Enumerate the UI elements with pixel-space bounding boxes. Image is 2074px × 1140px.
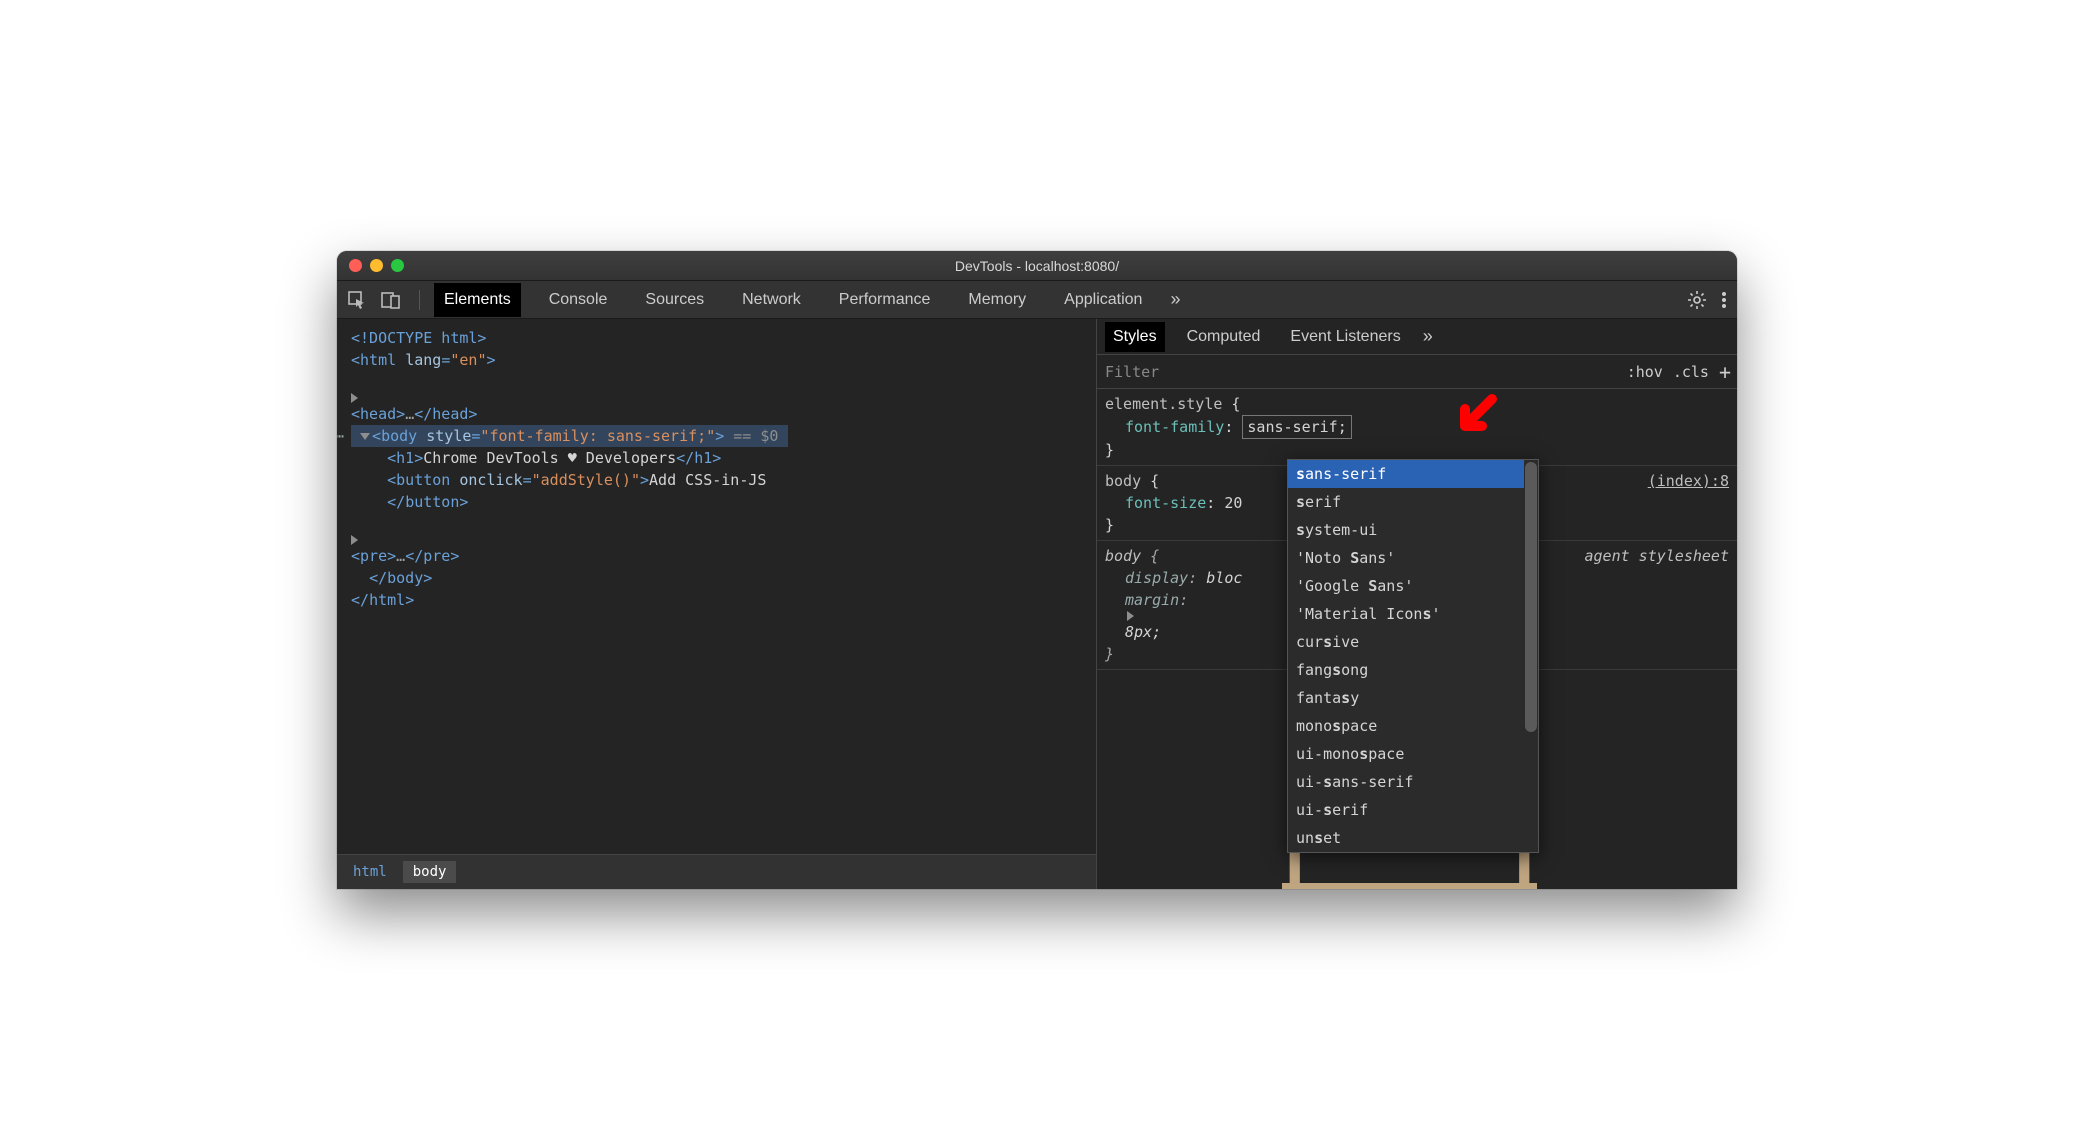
- autocomplete-item[interactable]: unset: [1288, 824, 1538, 852]
- maximize-icon[interactable]: [391, 259, 404, 272]
- tab-elements[interactable]: Elements: [434, 283, 521, 317]
- overflow-icon[interactable]: »: [1423, 326, 1433, 347]
- cls-toggle[interactable]: .cls: [1673, 363, 1709, 381]
- expand-icon[interactable]: [351, 393, 991, 403]
- main-split: <!DOCTYPE html> <html lang="en"> <head>……: [337, 319, 1737, 889]
- autocomplete-item[interactable]: system-ui: [1288, 516, 1538, 544]
- devtools-window: DevTools - localhost:8080/ Elements Cons…: [337, 251, 1737, 889]
- titlebar: DevTools - localhost:8080/: [337, 251, 1737, 281]
- inspect-icon[interactable]: [347, 290, 367, 310]
- crumb-html[interactable]: html: [343, 861, 397, 883]
- tab-styles[interactable]: Styles: [1105, 322, 1165, 352]
- minimize-icon[interactable]: [370, 259, 383, 272]
- tab-application[interactable]: Application: [1054, 283, 1152, 317]
- tab-console[interactable]: Console: [539, 283, 618, 317]
- autocomplete-item[interactable]: 'Material Icons': [1288, 600, 1538, 628]
- main-toolbar: Elements Console Sources Network Perform…: [337, 281, 1737, 319]
- collapse-icon[interactable]: [360, 433, 370, 440]
- doctype-node[interactable]: <!DOCTYPE html>: [351, 329, 486, 347]
- value-edit-input[interactable]: sans-serif;: [1242, 415, 1351, 439]
- autocomplete-item[interactable]: sans-serif: [1288, 460, 1538, 488]
- crumb-body[interactable]: body: [403, 861, 457, 883]
- autocomplete-dropdown[interactable]: sans-serifserifsystem-ui'Noto Sans''Goog…: [1287, 459, 1539, 853]
- breadcrumb: html body: [337, 854, 1096, 889]
- tab-network[interactable]: Network: [732, 283, 811, 317]
- device-toggle-icon[interactable]: [381, 290, 401, 310]
- autocomplete-item[interactable]: 'Noto Sans': [1288, 544, 1538, 572]
- autocomplete-item[interactable]: cursive: [1288, 628, 1538, 656]
- overflow-icon[interactable]: »: [1170, 289, 1180, 310]
- kebab-icon[interactable]: [1721, 290, 1727, 310]
- source-ua: agent stylesheet: [1585, 545, 1730, 567]
- dom-tree[interactable]: <!DOCTYPE html> <html lang="en"> <head>……: [337, 319, 1096, 854]
- sidebar-tabs: Styles Computed Event Listeners »: [1097, 319, 1737, 355]
- styles-rules: element.style { font-family: sans-serif;…: [1097, 389, 1737, 889]
- autocomplete-item[interactable]: fantasy: [1288, 684, 1538, 712]
- source-link[interactable]: (index):8: [1648, 470, 1729, 492]
- annotation-arrow-icon: [1447, 391, 1499, 443]
- filter-input[interactable]: [1103, 359, 1627, 385]
- autocomplete-item[interactable]: ui-serif: [1288, 796, 1538, 824]
- gear-icon[interactable]: [1687, 290, 1707, 310]
- autocomplete-item[interactable]: ui-sans-serif: [1288, 768, 1538, 796]
- autocomplete-item[interactable]: serif: [1288, 488, 1538, 516]
- autocomplete-item[interactable]: fangsong: [1288, 656, 1538, 684]
- tab-computed[interactable]: Computed: [1179, 322, 1269, 352]
- scrollbar-thumb[interactable]: [1525, 462, 1537, 732]
- tab-performance[interactable]: Performance: [829, 283, 941, 317]
- tab-memory[interactable]: Memory: [958, 283, 1036, 317]
- selected-node[interactable]: ⋯ <body style="font-family: sans-serif;"…: [351, 425, 788, 447]
- autocomplete-item[interactable]: 'Google Sans': [1288, 572, 1538, 600]
- expand-icon[interactable]: [351, 535, 991, 545]
- plus-icon[interactable]: +: [1719, 360, 1731, 384]
- window-title: DevTools - localhost:8080/: [337, 258, 1737, 274]
- scrollbar[interactable]: [1524, 460, 1538, 852]
- autocomplete-item[interactable]: monospace: [1288, 712, 1538, 740]
- elements-panel: <!DOCTYPE html> <html lang="en"> <head>……: [337, 319, 1097, 889]
- close-icon[interactable]: [349, 259, 362, 272]
- tab-sources[interactable]: Sources: [635, 283, 714, 317]
- autocomplete-item[interactable]: ui-monospace: [1288, 740, 1538, 768]
- style-rule-element[interactable]: element.style { font-family: sans-serif;…: [1097, 389, 1737, 466]
- styles-panel: Styles Computed Event Listeners » :hov .…: [1097, 319, 1737, 889]
- hov-toggle[interactable]: :hov: [1627, 363, 1663, 381]
- filter-row: :hov .cls +: [1097, 355, 1737, 389]
- tab-event-listeners[interactable]: Event Listeners: [1282, 322, 1408, 352]
- main-tabs: Elements Console Sources Network Perform…: [434, 283, 1687, 317]
- window-controls: [337, 259, 404, 272]
